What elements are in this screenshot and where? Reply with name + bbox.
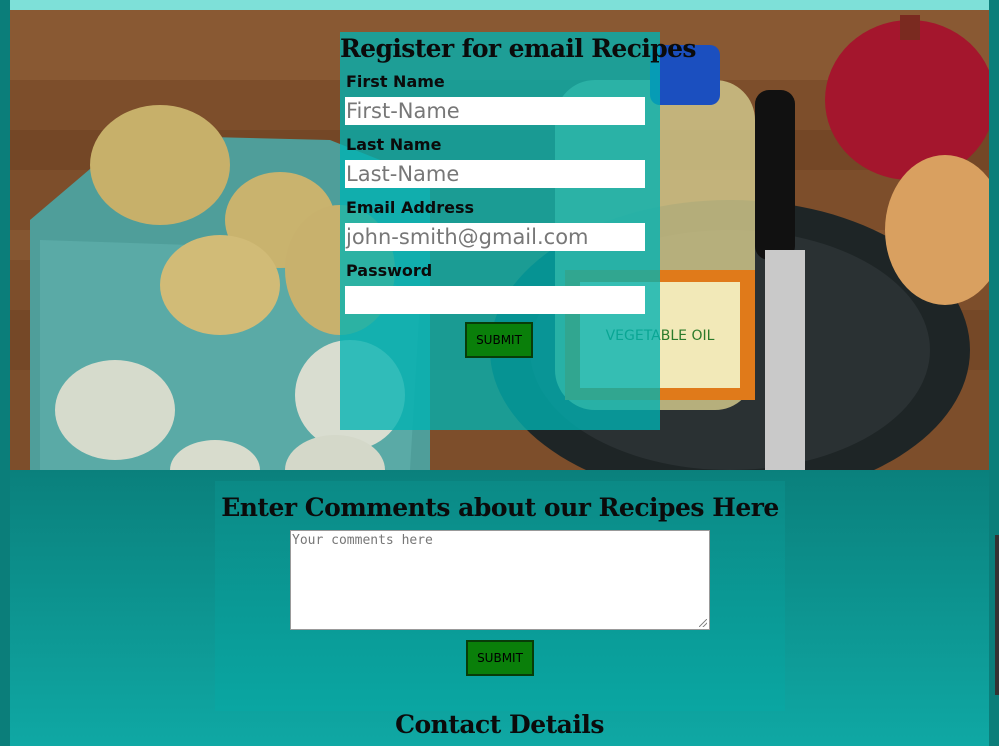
- contact-title: Contact Details: [395, 710, 604, 739]
- first-name-field[interactable]: First-Name: [345, 97, 645, 125]
- first-name-label: First Name: [346, 72, 445, 91]
- comments-placeholder: Your comments here: [292, 533, 433, 548]
- email-label: Email Address: [346, 198, 475, 217]
- last-name-label: Last Name: [346, 135, 442, 154]
- comments-title: Enter Comments about our Recipes Here: [221, 493, 779, 522]
- email-field[interactable]: john-smith@gmail.com: [345, 223, 645, 251]
- left-edge: [0, 0, 10, 746]
- scrollbar[interactable]: [995, 535, 999, 695]
- password-label: Password: [346, 261, 433, 280]
- comments-textarea[interactable]: Your comments here: [290, 530, 710, 630]
- register-submit-button[interactable]: SUBMIT: [465, 322, 533, 358]
- resize-grip-icon[interactable]: [699, 619, 707, 627]
- top-strip: [10, 0, 989, 10]
- register-form: Register for email Recipes First Name Fi…: [340, 32, 696, 430]
- register-title: Register for email Recipes: [340, 34, 696, 63]
- password-field[interactable]: [345, 286, 645, 314]
- comments-section: Enter Comments about our Recipes Here Yo…: [215, 481, 785, 711]
- last-name-field[interactable]: Last-Name: [345, 160, 645, 188]
- comments-submit-button[interactable]: SUBMIT: [466, 640, 534, 676]
